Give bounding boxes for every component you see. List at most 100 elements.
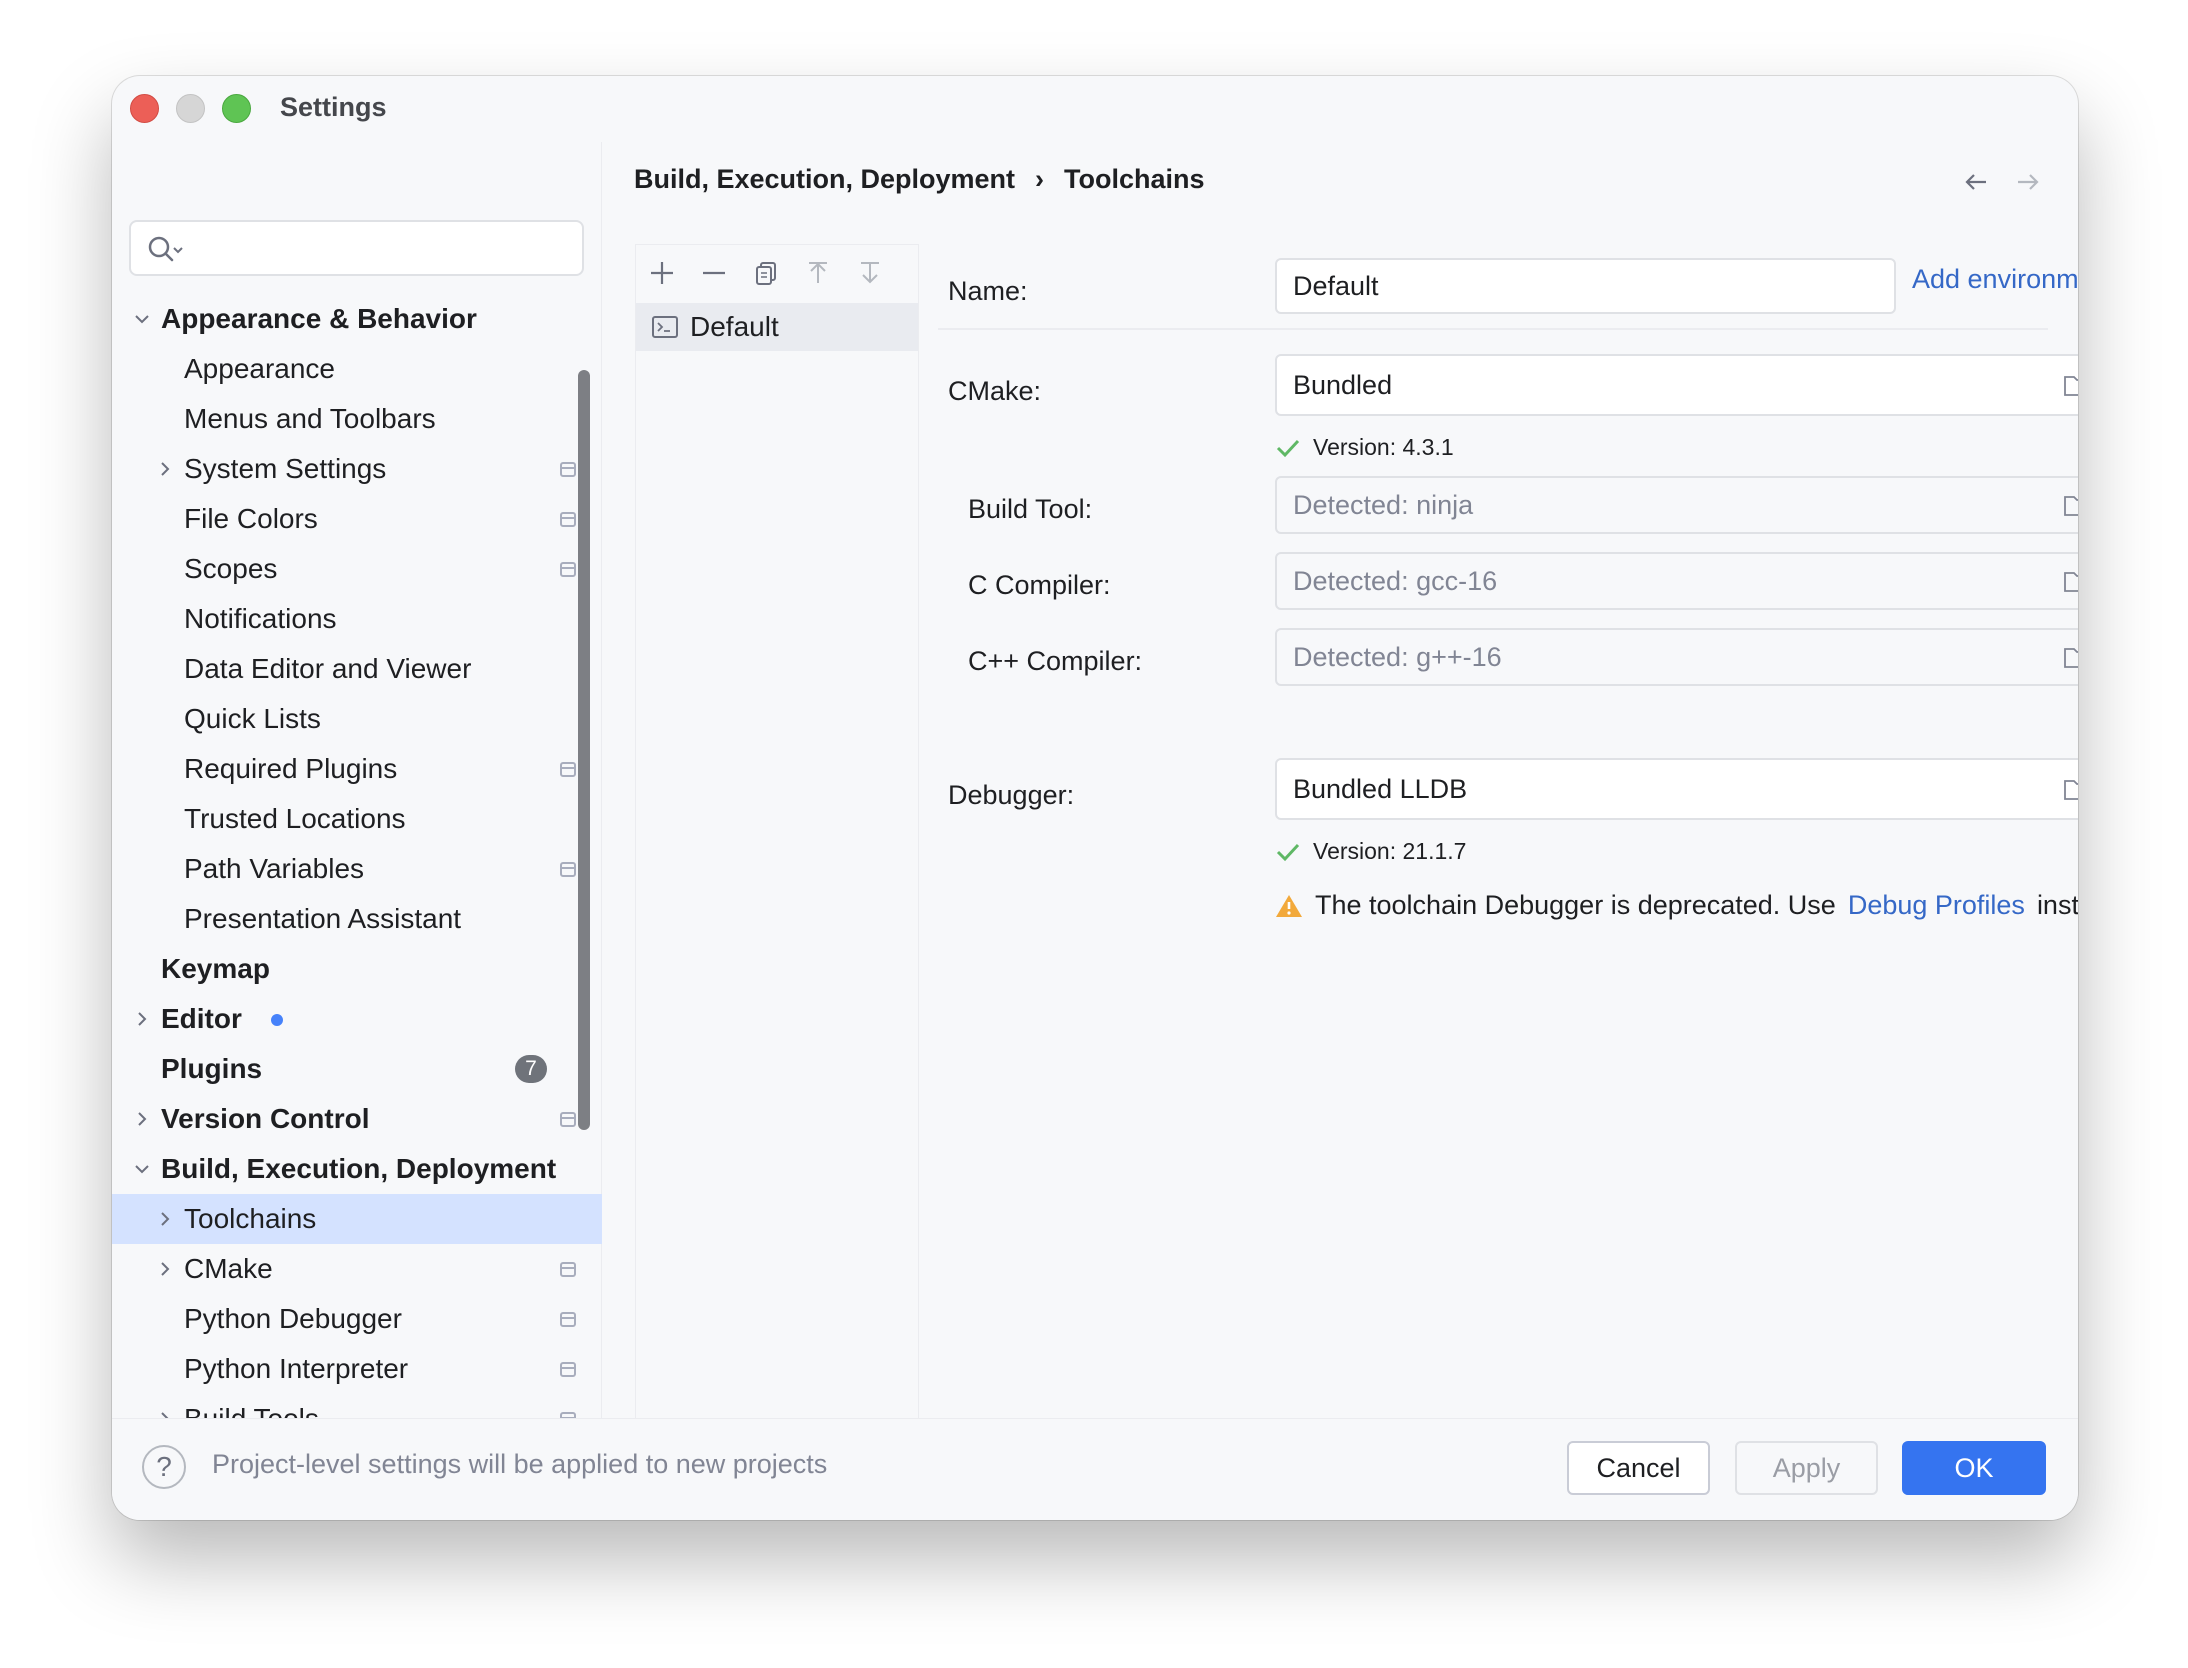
cancel-button[interactable]: Cancel xyxy=(1567,1441,1710,1495)
toolchains-list-panel: Default xyxy=(635,244,919,1464)
sidebar-item-label: Notifications xyxy=(184,603,337,634)
move-down-icon[interactable] xyxy=(854,253,886,293)
minimize-window-button[interactable] xyxy=(176,94,205,123)
folder-icon[interactable] xyxy=(2063,645,2078,669)
sidebar-item-label: Plugins xyxy=(161,1053,263,1084)
modified-indicator-dot xyxy=(271,1014,283,1026)
sidebar-item-label: Python Debugger xyxy=(184,1303,402,1334)
cmake-combo[interactable]: Bundled xyxy=(1275,354,2078,416)
folder-icon[interactable] xyxy=(2063,569,2078,593)
sidebar-scrollbar[interactable] xyxy=(578,370,590,1130)
sidebar-item-presentation-assistant[interactable]: Presentation Assistant xyxy=(112,894,602,944)
settings-tree: Appearance & Behavior Appearance Menus and… xyxy=(112,294,602,1494)
sidebar-item-trusted-locations[interactable]: Trusted Locations xyxy=(112,794,602,844)
folder-icon[interactable] xyxy=(2063,493,2078,517)
checkmark-icon xyxy=(1276,843,1300,861)
chevron-right-icon[interactable] xyxy=(127,994,157,1044)
sidebar-item-version-control[interactable]: Version Control xyxy=(112,1094,602,1144)
debug-profiles-link[interactable]: Debug Profiles xyxy=(1848,890,2025,921)
sidebar-item-python-debugger[interactable]: Python Debugger xyxy=(112,1294,602,1344)
copy-icon[interactable] xyxy=(750,253,782,293)
sidebar-item-build-execution-deployment[interactable]: Build, Execution, Deployment xyxy=(112,1144,602,1194)
sidebar-item-notifications[interactable]: Notifications xyxy=(112,594,602,644)
maximize-window-button[interactable] xyxy=(222,94,251,123)
forward-arrow-icon[interactable] xyxy=(2014,168,2042,196)
debugger-value: Bundled LLDB xyxy=(1293,773,1468,804)
breadcrumb: Build, Execution, Deployment › Toolchains xyxy=(634,164,1205,195)
checkmark-icon xyxy=(1276,439,1300,457)
warning-icon xyxy=(1276,894,1302,917)
chevron-down-icon[interactable] xyxy=(127,1144,157,1194)
sidebar-item-label: Presentation Assistant xyxy=(184,903,462,934)
folder-icon[interactable] xyxy=(2063,777,2078,801)
breadcrumb-parent[interactable]: Build, Execution, Deployment xyxy=(634,164,1015,194)
chevron-down-icon[interactable] xyxy=(127,294,157,344)
apply-button[interactable]: Apply xyxy=(1735,1441,1878,1495)
sidebar-item-path-variables[interactable]: Path Variables xyxy=(112,844,602,894)
add-icon[interactable] xyxy=(646,253,678,293)
sidebar-item-data-editor-and-viewer[interactable]: Data Editor and Viewer xyxy=(112,644,602,694)
toolchains-toolbar xyxy=(646,253,886,293)
dialog-footer: ? Project-level settings will be applied… xyxy=(112,1418,2078,1520)
sidebar-item-appearance[interactable]: Appearance xyxy=(112,344,602,394)
c-compiler-combo[interactable]: Detected: gcc-16 xyxy=(1275,552,2078,610)
project-level-icon xyxy=(560,762,576,777)
window-title: Settings xyxy=(280,92,387,122)
sidebar-item-python-interpreter[interactable]: Python Interpreter xyxy=(112,1344,602,1394)
sidebar-item-label: Appearance & Behavior xyxy=(161,303,477,334)
sidebar-item-system-settings[interactable]: System Settings xyxy=(112,444,602,494)
project-level-icon xyxy=(560,462,576,477)
sidebar-item-keymap[interactable]: Keymap xyxy=(112,944,602,994)
chevron-right-icon[interactable] xyxy=(150,444,180,494)
sidebar-item-label: System Settings xyxy=(184,453,387,484)
sidebar-item-required-plugins[interactable]: Required Plugins xyxy=(112,744,602,794)
warning-prefix: The toolchain Debugger is deprecated. Us… xyxy=(1315,890,1836,920)
sidebar-item-editor[interactable]: Editor xyxy=(112,994,602,1044)
sidebar-item-plugins[interactable]: Plugins 7 xyxy=(112,1044,602,1094)
sidebar-item-cmake[interactable]: CMake xyxy=(112,1244,602,1294)
debugger-combo[interactable]: Bundled LLDB xyxy=(1275,758,2078,820)
name-field[interactable]: Default xyxy=(1275,258,1896,314)
sidebar-item-label: Version Control xyxy=(161,1103,370,1134)
build-tool-combo[interactable]: Detected: ninja xyxy=(1275,476,2078,534)
sidebar-item-label: Build, Execution, Deployment xyxy=(161,1153,557,1184)
terminal-icon xyxy=(652,316,678,338)
add-environment-label: Add environment xyxy=(1912,264,2078,294)
form-separator xyxy=(938,328,2048,330)
sidebar-item-label: Menus and Toolbars xyxy=(184,403,436,434)
folder-icon[interactable] xyxy=(2063,373,2078,397)
settings-search-input[interactable] xyxy=(129,220,584,276)
move-up-icon[interactable] xyxy=(802,253,834,293)
cpp-compiler-combo[interactable]: Detected: g++-16 xyxy=(1275,628,2078,686)
sidebar-item-label: Required Plugins xyxy=(184,753,398,784)
name-label: Name: xyxy=(948,276,1028,306)
remove-icon[interactable] xyxy=(698,253,730,293)
toolchain-list-item[interactable]: Default xyxy=(636,303,918,351)
chevron-right-icon[interactable] xyxy=(127,1094,157,1144)
close-window-button[interactable] xyxy=(130,94,159,123)
deprecation-warning: The toolchain Debugger is deprecated. Us… xyxy=(1275,890,2078,921)
help-button[interactable]: ? xyxy=(142,1445,186,1489)
chevron-right-icon[interactable] xyxy=(150,1194,180,1244)
sidebar-item-label: Trusted Locations xyxy=(184,803,406,834)
sidebar-item-scopes[interactable]: Scopes xyxy=(112,544,602,594)
sidebar-item-appearance-behavior[interactable]: Appearance & Behavior xyxy=(112,294,602,344)
sidebar-item-file-colors[interactable]: File Colors xyxy=(112,494,602,544)
debugger-version: Version: 21.1.7 xyxy=(1275,838,1466,865)
debugger-version-text: Version: 21.1.7 xyxy=(1313,838,1467,864)
sidebar-item-label: Python Interpreter xyxy=(184,1353,409,1384)
add-environment-link[interactable]: Add environment xyxy=(1912,264,2078,295)
ok-button[interactable]: OK xyxy=(1902,1441,2046,1495)
plugins-count-badge: 7 xyxy=(515,1055,547,1083)
sidebar-item-quick-lists[interactable]: Quick Lists xyxy=(112,694,602,744)
sidebar-item-menus-and-toolbars[interactable]: Menus and Toolbars xyxy=(112,394,602,444)
chevron-right-icon[interactable] xyxy=(150,1244,180,1294)
project-level-icon xyxy=(560,512,576,527)
sidebar-item-label: CMake xyxy=(184,1253,273,1284)
build-tool-label: Build Tool: xyxy=(968,494,1093,524)
sidebar-item-toolchains[interactable]: Toolchains xyxy=(112,1194,602,1244)
back-arrow-icon[interactable] xyxy=(1962,168,1990,196)
sidebar-item-label: Data Editor and Viewer xyxy=(184,653,472,684)
project-level-icon xyxy=(560,1312,576,1327)
warning-suffix: instead. xyxy=(2036,890,2078,920)
